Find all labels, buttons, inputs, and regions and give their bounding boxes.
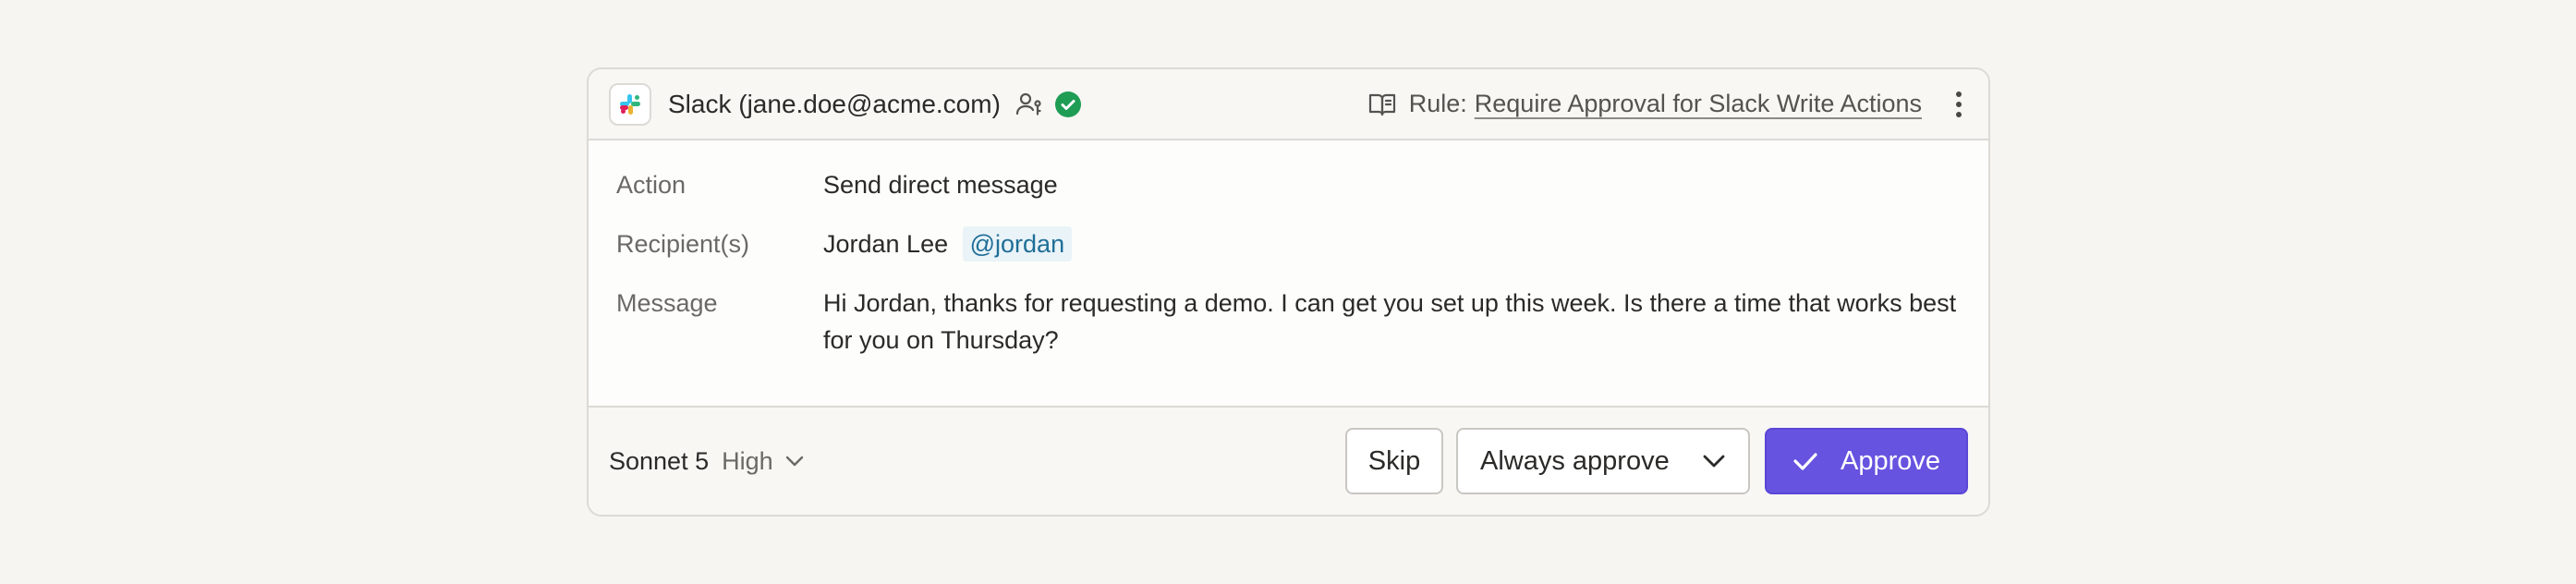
recipient-handle-chip[interactable]: @jordan [962, 226, 1073, 262]
skip-button[interactable]: Skip [1345, 428, 1443, 494]
message-label: Message [616, 289, 718, 317]
verified-check-icon [1054, 91, 1082, 118]
model-selector[interactable]: Sonnet 5 High [609, 447, 805, 476]
user-key-icon [1015, 91, 1043, 118]
check-icon [1792, 451, 1818, 471]
recipients-value: Jordan Lee @jordan [823, 225, 1961, 262]
rule-info: Rule: Require Approval for Slack Write A… [1368, 90, 1922, 118]
book-open-icon [1368, 91, 1396, 117]
approve-button[interactable]: Approve [1765, 428, 1968, 494]
action-label: Action [616, 171, 687, 199]
chevron-down-icon [784, 455, 805, 468]
always-approve-label: Always approve [1480, 445, 1670, 476]
detail-row-message: Message Hi Jordan, thanks for requesting… [616, 285, 1961, 359]
chevron-down-icon [1702, 454, 1726, 468]
approval-card: Slack (jane.doe@acme.com) Rule: Require … [587, 67, 1990, 517]
action-value: Send direct message [823, 171, 1058, 199]
more-vertical-icon[interactable] [1950, 91, 1968, 117]
model-name: Sonnet 5 [609, 446, 710, 475]
detail-row-action: Action Send direct message [616, 166, 1961, 203]
rule-prefix: Rule: [1408, 90, 1467, 117]
connection-title: Slack (jane.doe@acme.com) [668, 89, 1001, 118]
detail-row-recipients: Recipient(s) Jordan Lee @jordan [616, 225, 1961, 262]
card-footer: Sonnet 5 High Skip Always approve Approv… [589, 406, 1988, 515]
slack-logo-icon [609, 82, 651, 126]
action-details: Action Send direct message Recipient(s) … [589, 140, 1988, 406]
approve-label: Approve [1840, 445, 1940, 476]
recipient-name: Jordan Lee [823, 230, 949, 258]
rule-link[interactable]: Require Approval for Slack Write Actions [1475, 90, 1922, 118]
message-value: Hi Jordan, thanks for requesting a demo.… [823, 289, 1957, 354]
action-buttons: Skip Always approve Approve [1345, 428, 1968, 494]
card-header: Slack (jane.doe@acme.com) Rule: Require … [589, 69, 1988, 140]
recipients-label: Recipient(s) [616, 230, 750, 258]
model-level: High [722, 446, 773, 475]
always-approve-dropdown[interactable]: Always approve [1456, 428, 1750, 494]
